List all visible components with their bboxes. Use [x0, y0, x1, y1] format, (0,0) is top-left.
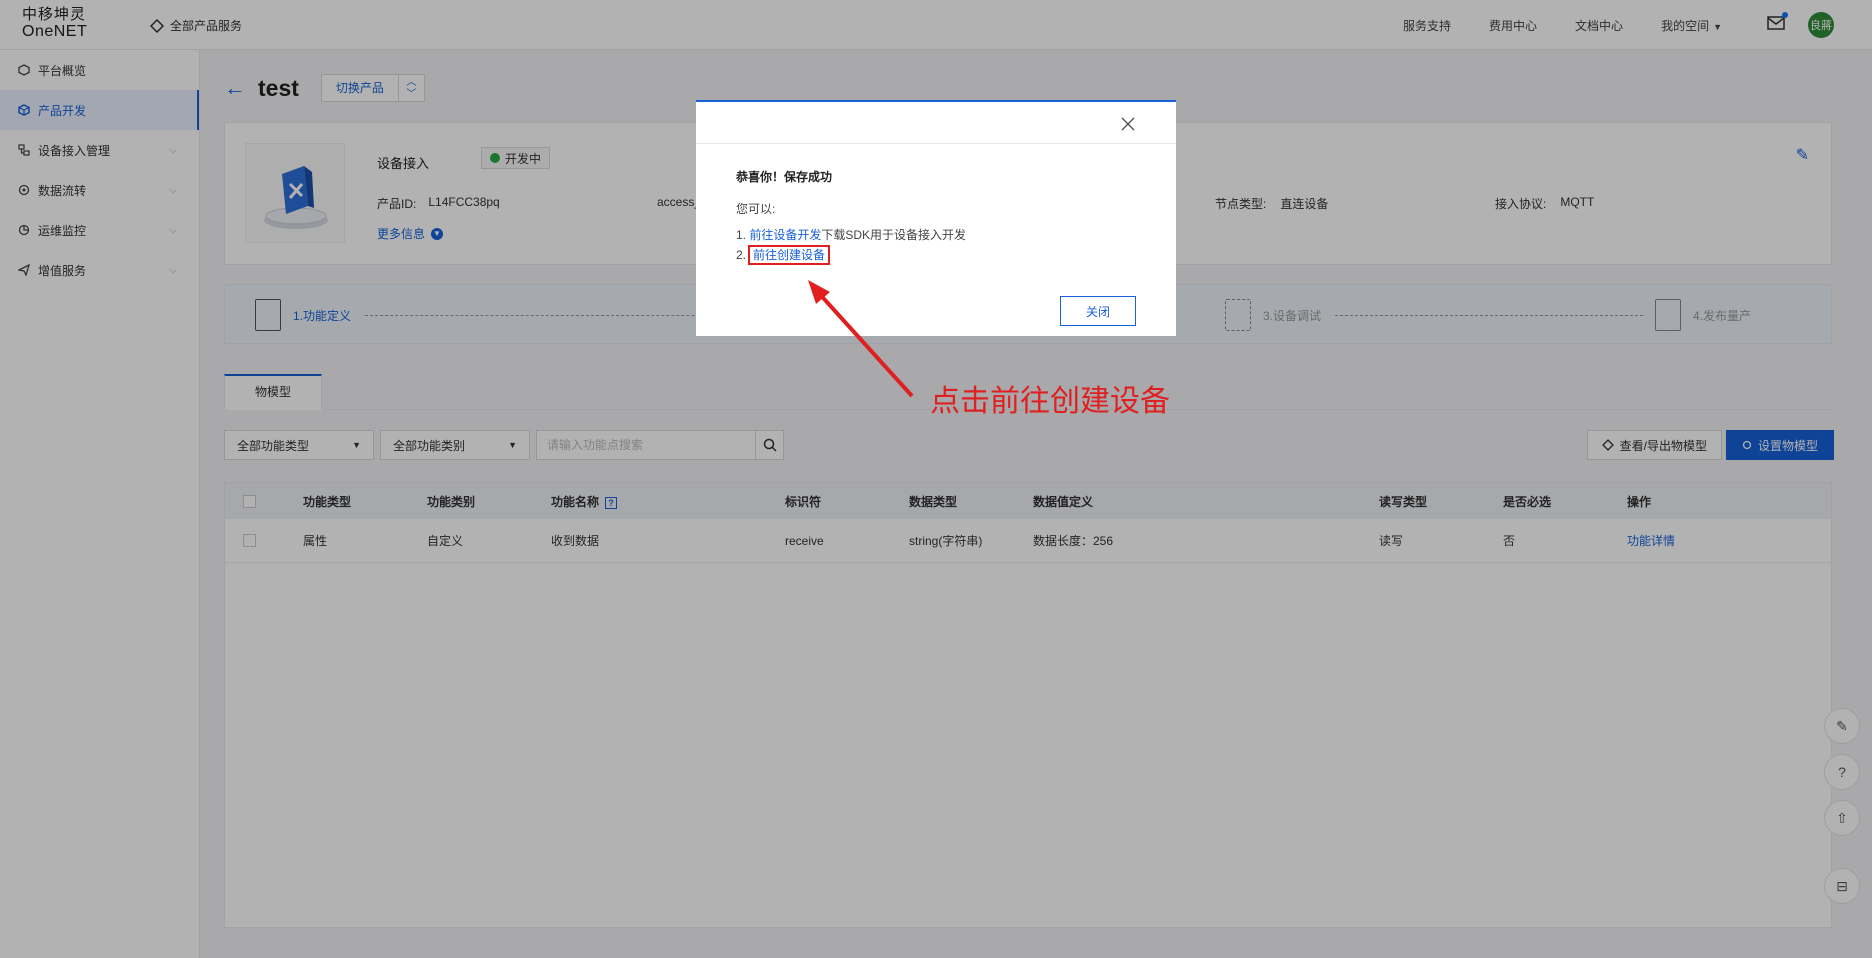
annotation-arrow [808, 280, 914, 398]
annotation-text: 点击前往创建设备 [930, 384, 1170, 419]
